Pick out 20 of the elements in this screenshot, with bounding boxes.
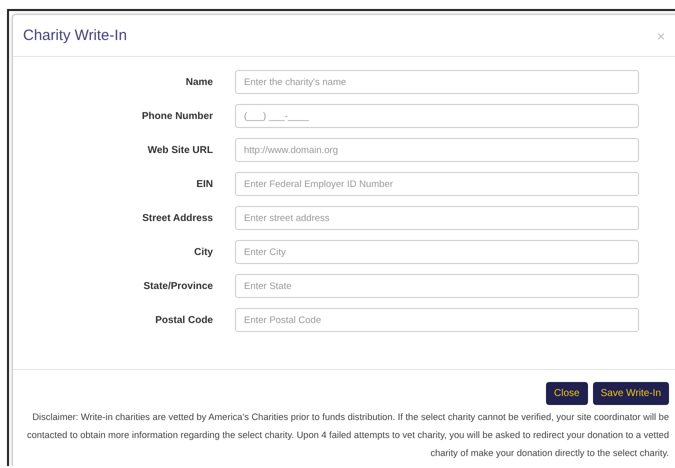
input-field[interactable]: Enter City bbox=[235, 240, 639, 264]
dialog-title: Charity Write-In bbox=[23, 27, 127, 44]
field-label: EIN bbox=[195, 178, 213, 190]
input-field[interactable]: Enter Postal Code bbox=[235, 308, 639, 332]
disclaimer-text: Disclaimer: Write-in charities are vetted by America's Charities prior to funds distribution. If the select charity cannot be verified, your site coordinator will be contacted to obtain more information regarding the select charity. Upon 4 failed attempts to vet charity, you will be asked to redirect your donation to a vetted charity of make your donation directly to the select charity. bbox=[26, 411, 669, 460]
field-label: City bbox=[193, 246, 213, 258]
input-field[interactable]: http://www.domain.org bbox=[235, 138, 639, 162]
input-field[interactable]: Enter State bbox=[235, 274, 639, 298]
save-button[interactable]: Save Write-In bbox=[592, 382, 669, 405]
field-label: State/Province bbox=[142, 280, 213, 292]
field-label: Web Site URL bbox=[146, 144, 213, 156]
input-field[interactable]: Enter street address bbox=[235, 206, 639, 230]
field-label: Name bbox=[184, 76, 213, 88]
close-button[interactable]: Close bbox=[546, 382, 588, 405]
field-label: Street Address bbox=[141, 212, 213, 224]
field-label: Phone Number bbox=[140, 110, 213, 122]
input-field[interactable]: Enter the charity's name bbox=[235, 70, 639, 94]
input-field[interactable]: Enter Federal Employer ID Number bbox=[235, 172, 639, 196]
field-label: Postal Code bbox=[154, 314, 213, 326]
input-field[interactable]: (___) ___-____ bbox=[235, 104, 639, 128]
